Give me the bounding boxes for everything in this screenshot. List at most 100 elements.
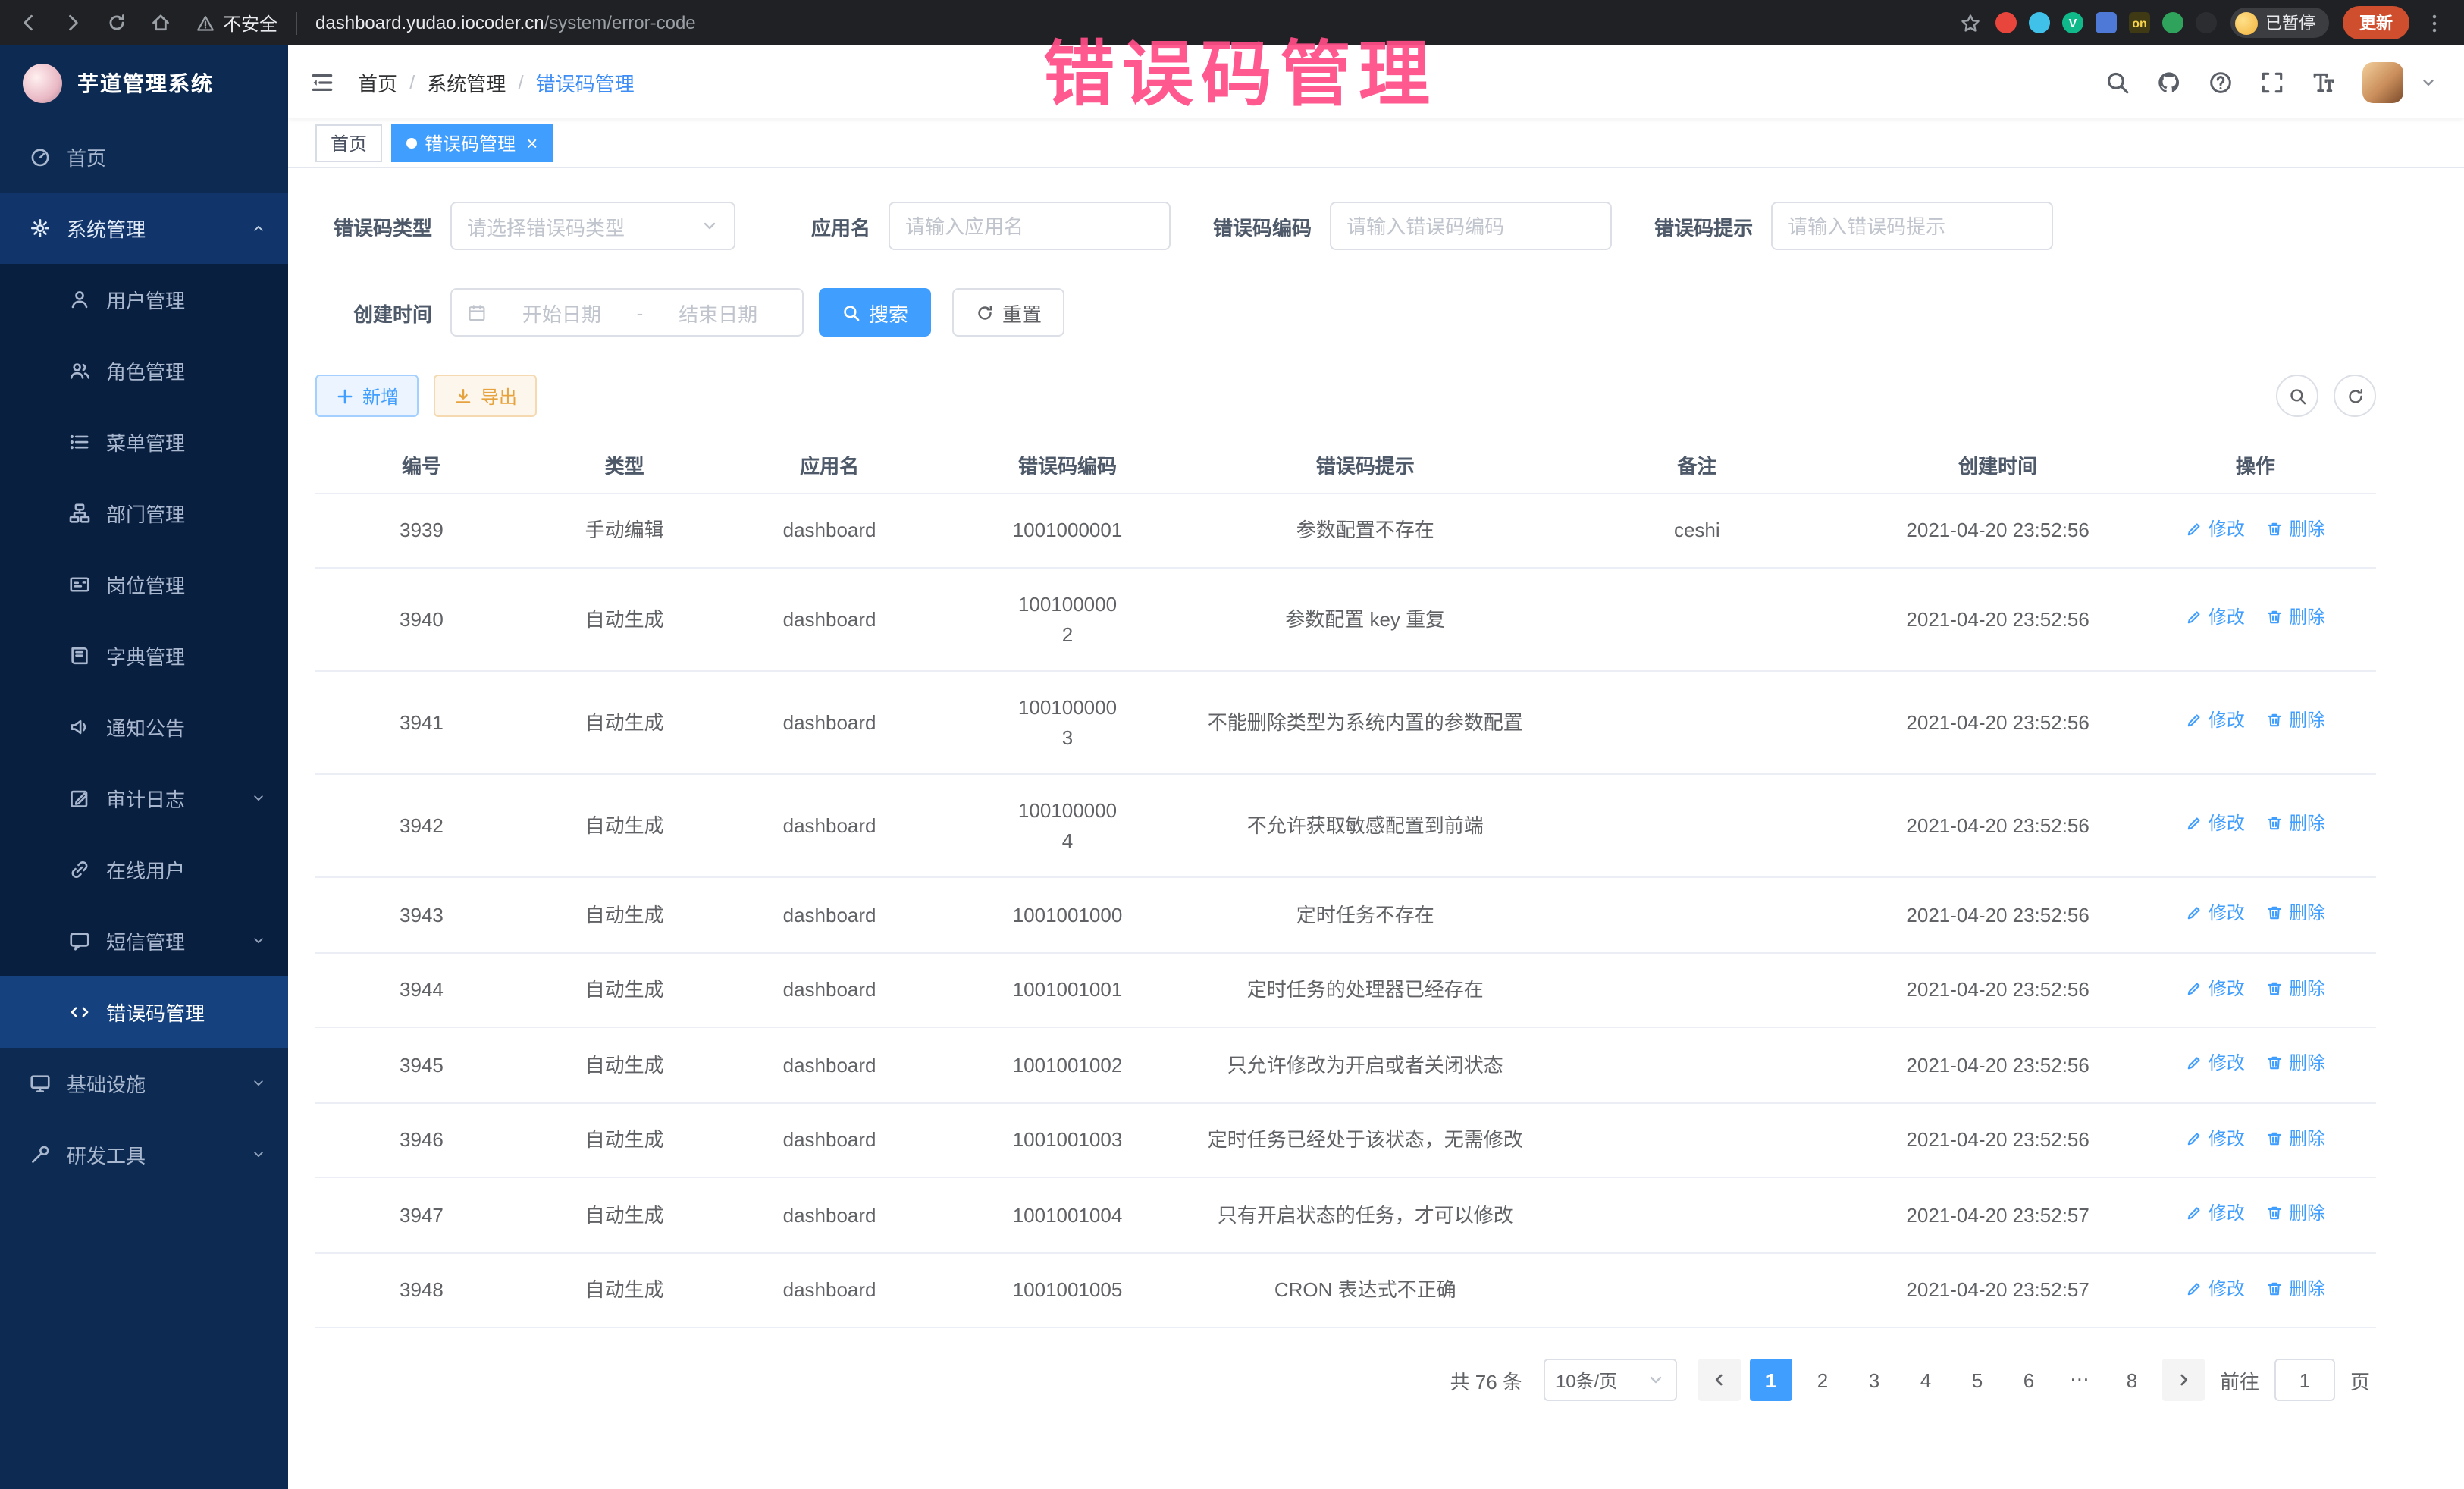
error-code-input[interactable] <box>1330 202 1612 250</box>
kebab-menu-icon[interactable] <box>2423 11 2446 34</box>
cell-actions: 修改删除 <box>2135 774 2376 877</box>
sidebar-item-dev-tool[interactable]: 研发工具 <box>0 1119 288 1190</box>
back-icon[interactable] <box>18 12 39 33</box>
delete-link[interactable]: 删除 <box>2266 707 2325 735</box>
help-icon[interactable] <box>2208 69 2234 95</box>
red-extension-icon[interactable] <box>1995 12 2017 33</box>
sidebar-item-infra[interactable]: 基础设施 <box>0 1048 288 1119</box>
teal-extension-icon[interactable] <box>2029 12 2050 33</box>
edit-link[interactable]: 修改 <box>2186 1124 2245 1152</box>
avatar[interactable] <box>2362 61 2403 102</box>
delete-link[interactable]: 删除 <box>2266 899 2325 926</box>
delete-link[interactable]: 删除 <box>2266 810 2325 838</box>
tab-error-code[interactable]: 错误码管理 × <box>391 124 553 161</box>
delete-link[interactable]: 删除 <box>2266 604 2325 632</box>
sidebar-item-audit-log[interactable]: 审计日志 <box>0 763 288 834</box>
goto-page-input[interactable] <box>2274 1359 2335 1401</box>
sidebar-item-dict[interactable]: 字典管理 <box>0 620 288 691</box>
page-button-2[interactable]: 2 <box>1801 1359 1844 1401</box>
cell-remark <box>1533 877 1861 952</box>
green-leaf-extension-icon[interactable] <box>2162 12 2183 33</box>
sidebar-item-home[interactable]: 首页 <box>0 121 288 193</box>
edit-link[interactable]: 修改 <box>2186 974 2245 1002</box>
search-button[interactable]: 搜索 <box>819 288 931 337</box>
delete-link[interactable]: 删除 <box>2266 1274 2325 1302</box>
edit-link[interactable]: 修改 <box>2186 515 2245 542</box>
home-icon[interactable] <box>150 12 171 33</box>
toggle-search-button[interactable] <box>2276 375 2318 417</box>
delete-link[interactable]: 删除 <box>2266 1049 2325 1077</box>
blue-grid-extension-icon[interactable] <box>2096 12 2117 33</box>
table-row: 3948自动生成dashboard1001001005CRON 表达式不正确20… <box>315 1252 2376 1328</box>
dark-pin-extension-icon[interactable] <box>2196 12 2217 33</box>
sidebar-item-dept[interactable]: 部门管理 <box>0 478 288 549</box>
sidebar-item-sms[interactable]: 短信管理 <box>0 905 288 976</box>
page-button-4[interactable]: 4 <box>1904 1359 1947 1401</box>
page-button-1[interactable]: 1 <box>1750 1359 1792 1401</box>
tab-home[interactable]: 首页 <box>315 124 382 161</box>
green-v-extension-icon[interactable]: V <box>2062 12 2083 33</box>
breadcrumb-home[interactable]: 首页 <box>358 67 397 96</box>
font-size-icon[interactable] <box>2311 69 2337 95</box>
edit-link[interactable]: 修改 <box>2186 604 2245 632</box>
edit-link[interactable]: 修改 <box>2186 1199 2245 1227</box>
page-button-6[interactable]: 6 <box>2008 1359 2050 1401</box>
profile-paused-badge[interactable]: 已暂停 <box>2230 8 2329 38</box>
edit-link[interactable]: 修改 <box>2186 707 2245 735</box>
browser-update-button[interactable]: 更新 <box>2343 6 2409 39</box>
delete-link[interactable]: 删除 <box>2266 515 2325 542</box>
cell-id: 3939 <box>315 493 528 568</box>
page-button-5[interactable]: 5 <box>1956 1359 1998 1401</box>
sidebar-item-menu[interactable]: 菜单管理 <box>0 406 288 478</box>
chevron-down-icon[interactable] <box>2420 74 2437 90</box>
next-page-button[interactable] <box>2162 1359 2205 1401</box>
reload-icon[interactable] <box>106 12 127 33</box>
close-icon[interactable]: × <box>526 133 538 152</box>
edit-link[interactable]: 修改 <box>2186 1274 2245 1302</box>
reset-button[interactable]: 重置 <box>952 288 1064 337</box>
app-logo[interactable]: 芋道管理系统 <box>0 45 288 121</box>
page-button-3[interactable]: 3 <box>1853 1359 1895 1401</box>
cell-actions: 修改删除 <box>2135 1027 2376 1102</box>
sidebar-item-system[interactable]: 系统管理 <box>0 193 288 264</box>
edit-link[interactable]: 修改 <box>2186 899 2245 926</box>
date-range-picker[interactable]: 开始日期 - 结束日期 <box>450 288 804 337</box>
refresh-table-button[interactable] <box>2334 375 2376 417</box>
range-separator: - <box>637 301 644 324</box>
fullscreen-icon[interactable] <box>2259 69 2285 95</box>
github-icon[interactable] <box>2156 69 2182 95</box>
on-badge-extension-icon[interactable]: on <box>2129 12 2150 33</box>
page-button-8[interactable]: 8 <box>2111 1359 2153 1401</box>
page-size-select[interactable]: 10条/页 <box>1544 1359 1677 1401</box>
search-icon[interactable] <box>2105 69 2130 95</box>
url-bar[interactable]: dashboard.yudao.iocoder.cn/system/error-… <box>315 12 696 33</box>
hamburger-icon[interactable] <box>309 69 335 95</box>
refresh-icon <box>2345 386 2365 406</box>
sidebar-item-role[interactable]: 角色管理 <box>0 335 288 406</box>
app-name-input[interactable] <box>889 202 1171 250</box>
export-button[interactable]: 导出 <box>434 375 537 417</box>
sidebar-item-label: 在线用户 <box>106 855 185 884</box>
sidebar-item-user[interactable]: 用户管理 <box>0 264 288 335</box>
delete-link[interactable]: 删除 <box>2266 1124 2325 1152</box>
sidebar-item-online-user[interactable]: 在线用户 <box>0 834 288 905</box>
security-chip[interactable]: 不安全 <box>196 10 277 36</box>
logo-image <box>23 64 62 103</box>
more-pages-button[interactable]: ⋯ <box>2059 1359 2102 1401</box>
delete-link[interactable]: 删除 <box>2266 974 2325 1002</box>
breadcrumb-system[interactable]: 系统管理 <box>427 67 506 96</box>
delete-link[interactable]: 删除 <box>2266 1199 2325 1227</box>
cell-tip: 定时任务不存在 <box>1197 877 1533 952</box>
prev-page-button[interactable] <box>1698 1359 1741 1401</box>
sidebar-item-notice[interactable]: 通知公告 <box>0 691 288 763</box>
forward-icon[interactable] <box>62 12 83 33</box>
sidebar-item-post[interactable]: 岗位管理 <box>0 549 288 620</box>
add-button[interactable]: 新增 <box>315 375 419 417</box>
error-type-select[interactable]: 请选择错误码类型 <box>450 202 735 250</box>
sidebar-item-error-code[interactable]: 错误码管理 <box>0 976 288 1048</box>
edit-link[interactable]: 修改 <box>2186 810 2245 838</box>
error-tip-input[interactable] <box>1771 202 2053 250</box>
edit-link[interactable]: 修改 <box>2186 1049 2245 1077</box>
bookmark-star-icon[interactable] <box>1959 11 1982 34</box>
active-tab-dot <box>406 137 417 148</box>
